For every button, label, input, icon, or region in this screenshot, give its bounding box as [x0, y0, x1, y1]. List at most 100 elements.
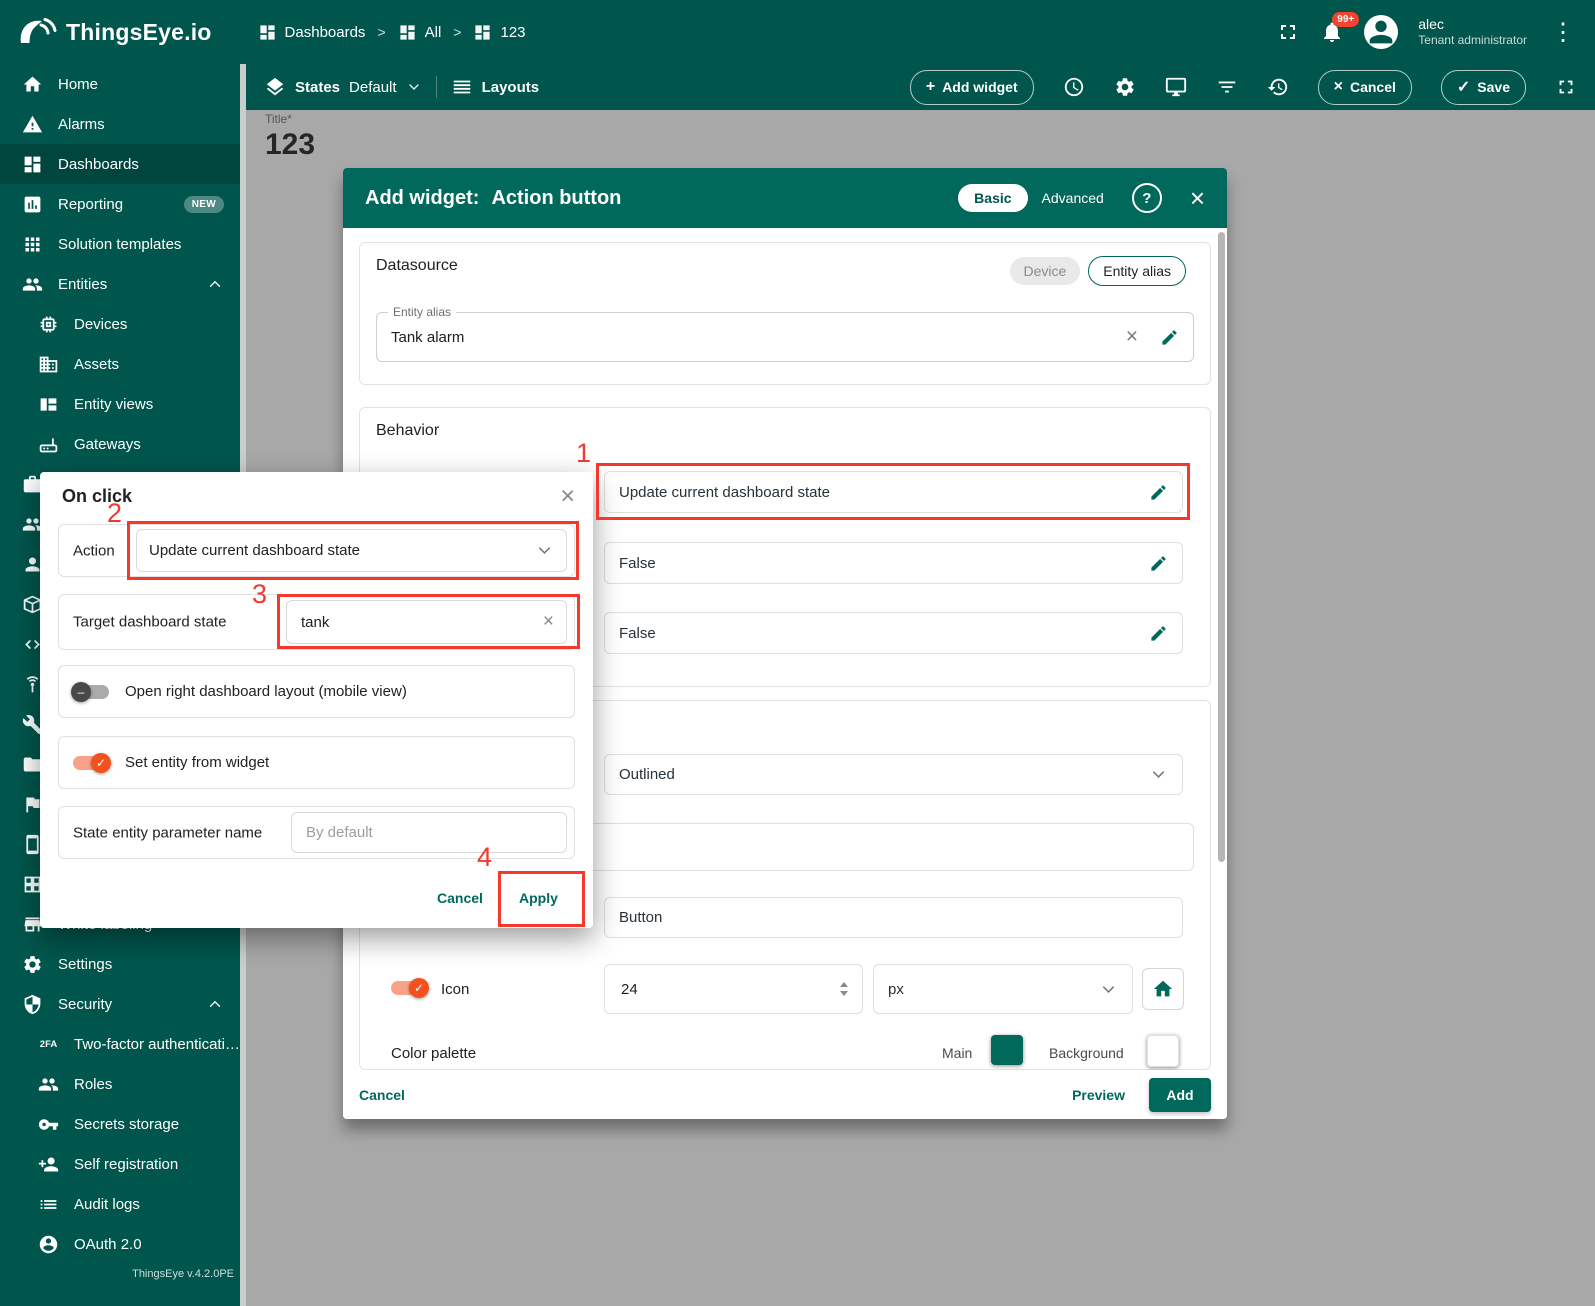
help-button[interactable]: ? [1132, 183, 1162, 213]
sidebar-item-self-registration[interactable]: Self registration [0, 1144, 240, 1184]
monitor-icon[interactable] [1165, 76, 1187, 98]
sidebar-item-alarms[interactable]: Alarms [0, 104, 240, 144]
breadcrumb-dashboards[interactable]: Dashboards [258, 23, 366, 42]
sidebar-item-entity-views[interactable]: Entity views [0, 384, 240, 424]
user-role: Tenant administrator [1418, 33, 1527, 47]
entity-alias-field[interactable]: Entity alias Tank alarm × [376, 312, 1194, 362]
sidebar-item-assets[interactable]: Assets [0, 344, 240, 384]
gear-icon[interactable] [1114, 76, 1136, 98]
action-row: Action Update current dashboard state [58, 524, 575, 577]
sidebar-item-oauth[interactable]: OAuth 2.0 [0, 1224, 240, 1264]
breadcrumb-separator: > [377, 24, 385, 40]
button-label-field[interactable]: Button [604, 897, 1183, 938]
dialog-cancel-button[interactable]: Cancel [359, 1087, 405, 1103]
history-icon[interactable] [1267, 76, 1289, 98]
on-click-dialog: On click × Action Update current dashboa… [40, 472, 593, 928]
param-name-row: State entity parameter name [58, 806, 575, 859]
icon-label: Icon [441, 981, 469, 998]
edit-icon[interactable] [1149, 483, 1168, 502]
set-entity-toggle[interactable]: ✓ [73, 756, 109, 770]
clear-icon[interactable]: × [1126, 325, 1138, 349]
sidebar-item-home[interactable]: Home [0, 64, 240, 104]
sidebar-item-secrets-storage[interactable]: Secrets storage [0, 1104, 240, 1144]
sidebar-item-audit-logs[interactable]: Audit logs [0, 1184, 240, 1224]
edit-icon[interactable] [1149, 624, 1168, 643]
on-click-action-field[interactable]: Update current dashboard state [604, 471, 1183, 513]
more-menu-icon[interactable]: ⋮ [1547, 18, 1579, 47]
sidebar-item-entities[interactable]: Entities [0, 264, 240, 304]
states-select[interactable]: States Default [264, 76, 422, 98]
sidebar-item-gateways[interactable]: Gateways [0, 424, 240, 464]
filter-icon[interactable] [1216, 76, 1238, 98]
clear-icon[interactable]: × [543, 611, 554, 633]
person-add-icon [38, 1154, 59, 1175]
action-select[interactable]: Update current dashboard state [136, 529, 567, 572]
sidebar-item-reporting[interactable]: ReportingNEW [0, 184, 240, 224]
home-icon [1152, 978, 1174, 1000]
avatar[interactable] [1364, 15, 1398, 49]
device-toggle[interactable]: Device [1010, 257, 1081, 285]
tab-basic[interactable]: Basic [958, 184, 1027, 212]
app-version: ThingsEye v.4.2.0PE [132, 1268, 234, 1280]
warning-icon [22, 114, 43, 135]
check-icon: ✓ [1457, 77, 1470, 97]
sidebar-item-solution-templates[interactable]: Solution templates [0, 224, 240, 264]
dialog-scrollbar[interactable] [1218, 232, 1225, 862]
behavior-field-3-value: False [619, 625, 1149, 642]
divider [436, 76, 437, 98]
sidebar-item-dashboards[interactable]: Dashboards [0, 144, 240, 184]
icon-unit-select[interactable]: px [873, 964, 1133, 1014]
sidebar-item-security[interactable]: Security [0, 984, 240, 1024]
icon-size-input[interactable] [619, 980, 834, 999]
layouts-button[interactable]: Layouts [451, 76, 540, 98]
chevron-down-icon [1149, 765, 1168, 784]
notifications-button[interactable]: 99+ [1320, 20, 1344, 44]
breadcrumb-all[interactable]: All [398, 23, 442, 42]
style-select[interactable]: Outlined [604, 754, 1183, 795]
close-popup-icon[interactable]: × [560, 482, 575, 511]
fullscreen-icon[interactable] [1276, 20, 1300, 44]
target-state-input[interactable] [299, 613, 537, 632]
behavior-heading: Behavior [376, 422, 439, 440]
fullscreen-icon[interactable] [1555, 76, 1577, 98]
icon-size-field[interactable] [604, 964, 863, 1014]
list-icon [38, 1194, 59, 1215]
target-state-row: Target dashboard state × [58, 594, 575, 650]
datasource-heading: Datasource [376, 257, 458, 275]
entity-alias-toggle[interactable]: Entity alias [1088, 256, 1186, 286]
device-icon [38, 314, 59, 335]
tab-advanced[interactable]: Advanced [1042, 190, 1104, 206]
icon-toggle[interactable]: ✓ [391, 981, 427, 995]
close-dialog-icon[interactable]: × [1190, 185, 1205, 211]
sidebar-item-two-factor[interactable]: 2FATwo-factor authenticati… [0, 1024, 240, 1064]
icon-picker-button[interactable] [1142, 968, 1184, 1010]
edit-icon[interactable] [1149, 554, 1168, 573]
background-color-swatch[interactable] [1147, 1035, 1179, 1067]
breadcrumb-current[interactable]: 123 [473, 23, 525, 42]
save-button[interactable]: ✓ Save [1441, 70, 1526, 105]
style-select-value: Outlined [619, 766, 1149, 783]
param-name-input[interactable] [304, 823, 554, 842]
sidebar-item-devices[interactable]: Devices [0, 304, 240, 344]
mobile-layout-toggle[interactable]: – [73, 685, 109, 699]
behavior-field-3[interactable]: False [604, 612, 1183, 654]
add-button[interactable]: Add [1149, 1078, 1211, 1112]
preview-button[interactable]: Preview [1072, 1087, 1125, 1103]
apply-button[interactable]: Apply [519, 890, 558, 906]
logo[interactable]: ThingsEye.io [0, 10, 212, 54]
add-widget-button[interactable]: + Add widget [910, 70, 1034, 105]
roles-icon [38, 1074, 59, 1095]
sidebar-item-roles[interactable]: Roles [0, 1064, 240, 1104]
cancel-edit-button[interactable]: × Cancel [1318, 70, 1412, 105]
param-name-field[interactable] [291, 812, 567, 853]
clock-icon[interactable] [1063, 76, 1085, 98]
main-color-swatch[interactable] [991, 1035, 1023, 1065]
check-icon: ✓ [96, 756, 106, 770]
sidebar-item-settings[interactable]: Settings [0, 944, 240, 984]
target-state-field[interactable]: × [286, 600, 567, 644]
edit-icon[interactable] [1160, 328, 1179, 347]
person-circle-icon [38, 1234, 59, 1255]
stepper-icons[interactable] [840, 982, 848, 996]
behavior-field-2[interactable]: False [604, 542, 1183, 584]
popup-cancel-button[interactable]: Cancel [437, 890, 483, 906]
